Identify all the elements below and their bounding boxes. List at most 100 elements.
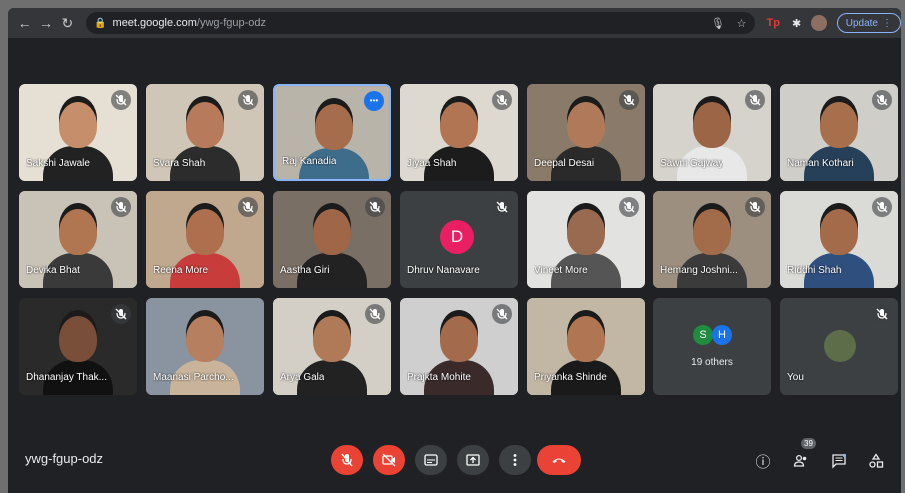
mic-off-icon	[365, 197, 385, 217]
profile-avatar[interactable]	[811, 15, 827, 31]
mic-off-icon	[872, 304, 892, 324]
participant-face	[59, 316, 97, 362]
participant-face	[186, 102, 224, 148]
others-tile[interactable]: S H 19 others	[653, 298, 771, 395]
participant-face	[315, 104, 353, 150]
people-icon	[793, 454, 807, 467]
participant-tile[interactable]: D Dhruv Nanavare	[400, 191, 518, 288]
update-button[interactable]: Update ⋮	[836, 13, 901, 33]
participant-name: Aastha Giri	[280, 265, 330, 276]
mic-off-icon	[238, 90, 258, 110]
mic-off-icon	[365, 304, 385, 324]
participant-name: Svara Shah	[153, 158, 206, 169]
participant-name: Sakshi Jawale	[26, 158, 90, 169]
mic-off-icon	[745, 197, 765, 217]
participant-tile[interactable]: Deepal Desai	[527, 84, 645, 181]
participant-face	[567, 102, 605, 148]
others-label: 19 others	[691, 357, 733, 368]
participant-tile[interactable]: Naman Kothari	[780, 84, 898, 181]
present-screen-button[interactable]	[457, 445, 489, 475]
browser-toolbar: ← → ↻ 🔒 meet.google.com/ywg-fgup-odz 🎙 ☆…	[8, 8, 901, 38]
tile-options-icon[interactable]: •••	[364, 91, 384, 111]
mic-off-icon	[872, 197, 892, 217]
url-host: meet.google.com	[112, 17, 197, 29]
participant-face	[567, 316, 605, 362]
browser-window: ← → ↻ 🔒 meet.google.com/ywg-fgup-odz 🎙 ☆…	[8, 8, 901, 493]
bookmark-star-icon[interactable]: ☆	[737, 17, 747, 30]
activities-button[interactable]	[865, 450, 887, 472]
mic-off-icon	[492, 197, 512, 217]
participant-tile[interactable]: Riddhi Shah	[780, 191, 898, 288]
self-avatar	[824, 330, 856, 362]
participant-tile[interactable]: Maanasi Parcho...	[146, 298, 264, 395]
leave-call-button[interactable]	[537, 445, 581, 475]
participant-tile[interactable]: Priyanka Shinde	[527, 298, 645, 395]
participant-tile[interactable]: ••• Raj Kanadia	[273, 84, 391, 181]
participant-tile[interactable]: Vineet More	[527, 191, 645, 288]
participant-name: Priyanka Shinde	[534, 372, 607, 383]
participant-face	[186, 209, 224, 255]
extension-tp-icon[interactable]: Tp	[767, 17, 780, 29]
mic-off-icon	[111, 197, 131, 217]
participant-name: Devika Bhat	[26, 265, 80, 276]
participant-tile[interactable]: Svara Shah	[146, 84, 264, 181]
people-button[interactable]	[790, 450, 812, 472]
info-icon: ⓘ	[755, 453, 771, 471]
mic-off-icon	[238, 197, 258, 217]
participant-face	[59, 209, 97, 255]
participant-tile[interactable]: Aastha Giri	[273, 191, 391, 288]
address-bar[interactable]: 🔒 meet.google.com/ywg-fgup-odz 🎙 ☆	[86, 12, 755, 34]
participant-initial-avatar: D	[440, 220, 474, 254]
participant-face	[59, 102, 97, 148]
extensions-puzzle-icon[interactable]: ✱	[792, 17, 801, 30]
chat-icon	[832, 453, 847, 469]
more-options-button[interactable]	[499, 445, 531, 475]
participant-name: Naman Kothari	[787, 158, 854, 169]
hang-up-icon	[552, 458, 566, 463]
closed-captions-icon	[424, 454, 438, 466]
others-avatar-h: H	[712, 325, 732, 345]
participant-name: Reena More	[153, 265, 209, 276]
participant-name: Sawni Gajway	[660, 158, 724, 169]
captions-button[interactable]	[415, 445, 447, 475]
participant-tile[interactable]: Hemang Joshni...	[653, 191, 771, 288]
mic-off-icon	[492, 90, 512, 110]
mic-off-icon	[872, 90, 892, 110]
lock-icon: 🔒	[94, 17, 107, 29]
meeting-details-button[interactable]: ⓘ	[752, 450, 774, 472]
participant-tile[interactable]: Sakshi Jawale	[19, 84, 137, 181]
participant-face	[567, 209, 605, 255]
participant-face	[693, 102, 731, 148]
call-controls-bar: ywg-fgup-odz ⓘ 39	[8, 438, 901, 493]
activities-shapes-icon	[869, 453, 884, 468]
more-vert-icon: ⋮	[882, 17, 892, 29]
participant-tile[interactable]: Dhananjay Thak...	[19, 298, 137, 395]
reload-icon[interactable]: ↻	[57, 15, 78, 32]
participant-face	[693, 209, 731, 255]
camera-toggle-button[interactable]	[373, 445, 405, 475]
back-arrow-icon[interactable]: ←	[14, 15, 35, 31]
mic-toggle-button[interactable]	[331, 445, 363, 475]
mic-off-icon	[341, 453, 353, 467]
chat-button[interactable]	[828, 450, 850, 472]
microphone-icon[interactable]: 🎙	[711, 17, 725, 30]
participant-name: Vineet More	[534, 265, 588, 276]
url-path: /ywg-fgup-odz	[196, 17, 267, 29]
participant-tile[interactable]: Arya Gala	[273, 298, 391, 395]
mic-off-icon	[619, 197, 639, 217]
participant-name: Maanasi Parcho...	[153, 372, 234, 383]
forward-arrow-icon[interactable]: →	[35, 15, 56, 31]
self-tile[interactable]: You	[780, 298, 898, 395]
mic-off-icon	[619, 90, 639, 110]
participant-tile[interactable]: Reena More	[146, 191, 264, 288]
participant-face	[440, 102, 478, 148]
participant-tile[interactable]: Prajkta Mohite	[400, 298, 518, 395]
participant-face	[820, 209, 858, 255]
mic-off-icon	[111, 90, 131, 110]
participant-tile[interactable]: Sawni Gajway	[653, 84, 771, 181]
participant-tile[interactable]: Jiyaa Shah	[400, 84, 518, 181]
participant-name: Arya Gala	[280, 372, 325, 383]
participant-name: Dhananjay Thak...	[26, 372, 107, 383]
participant-face	[313, 209, 351, 255]
participant-tile[interactable]: Devika Bhat	[19, 191, 137, 288]
